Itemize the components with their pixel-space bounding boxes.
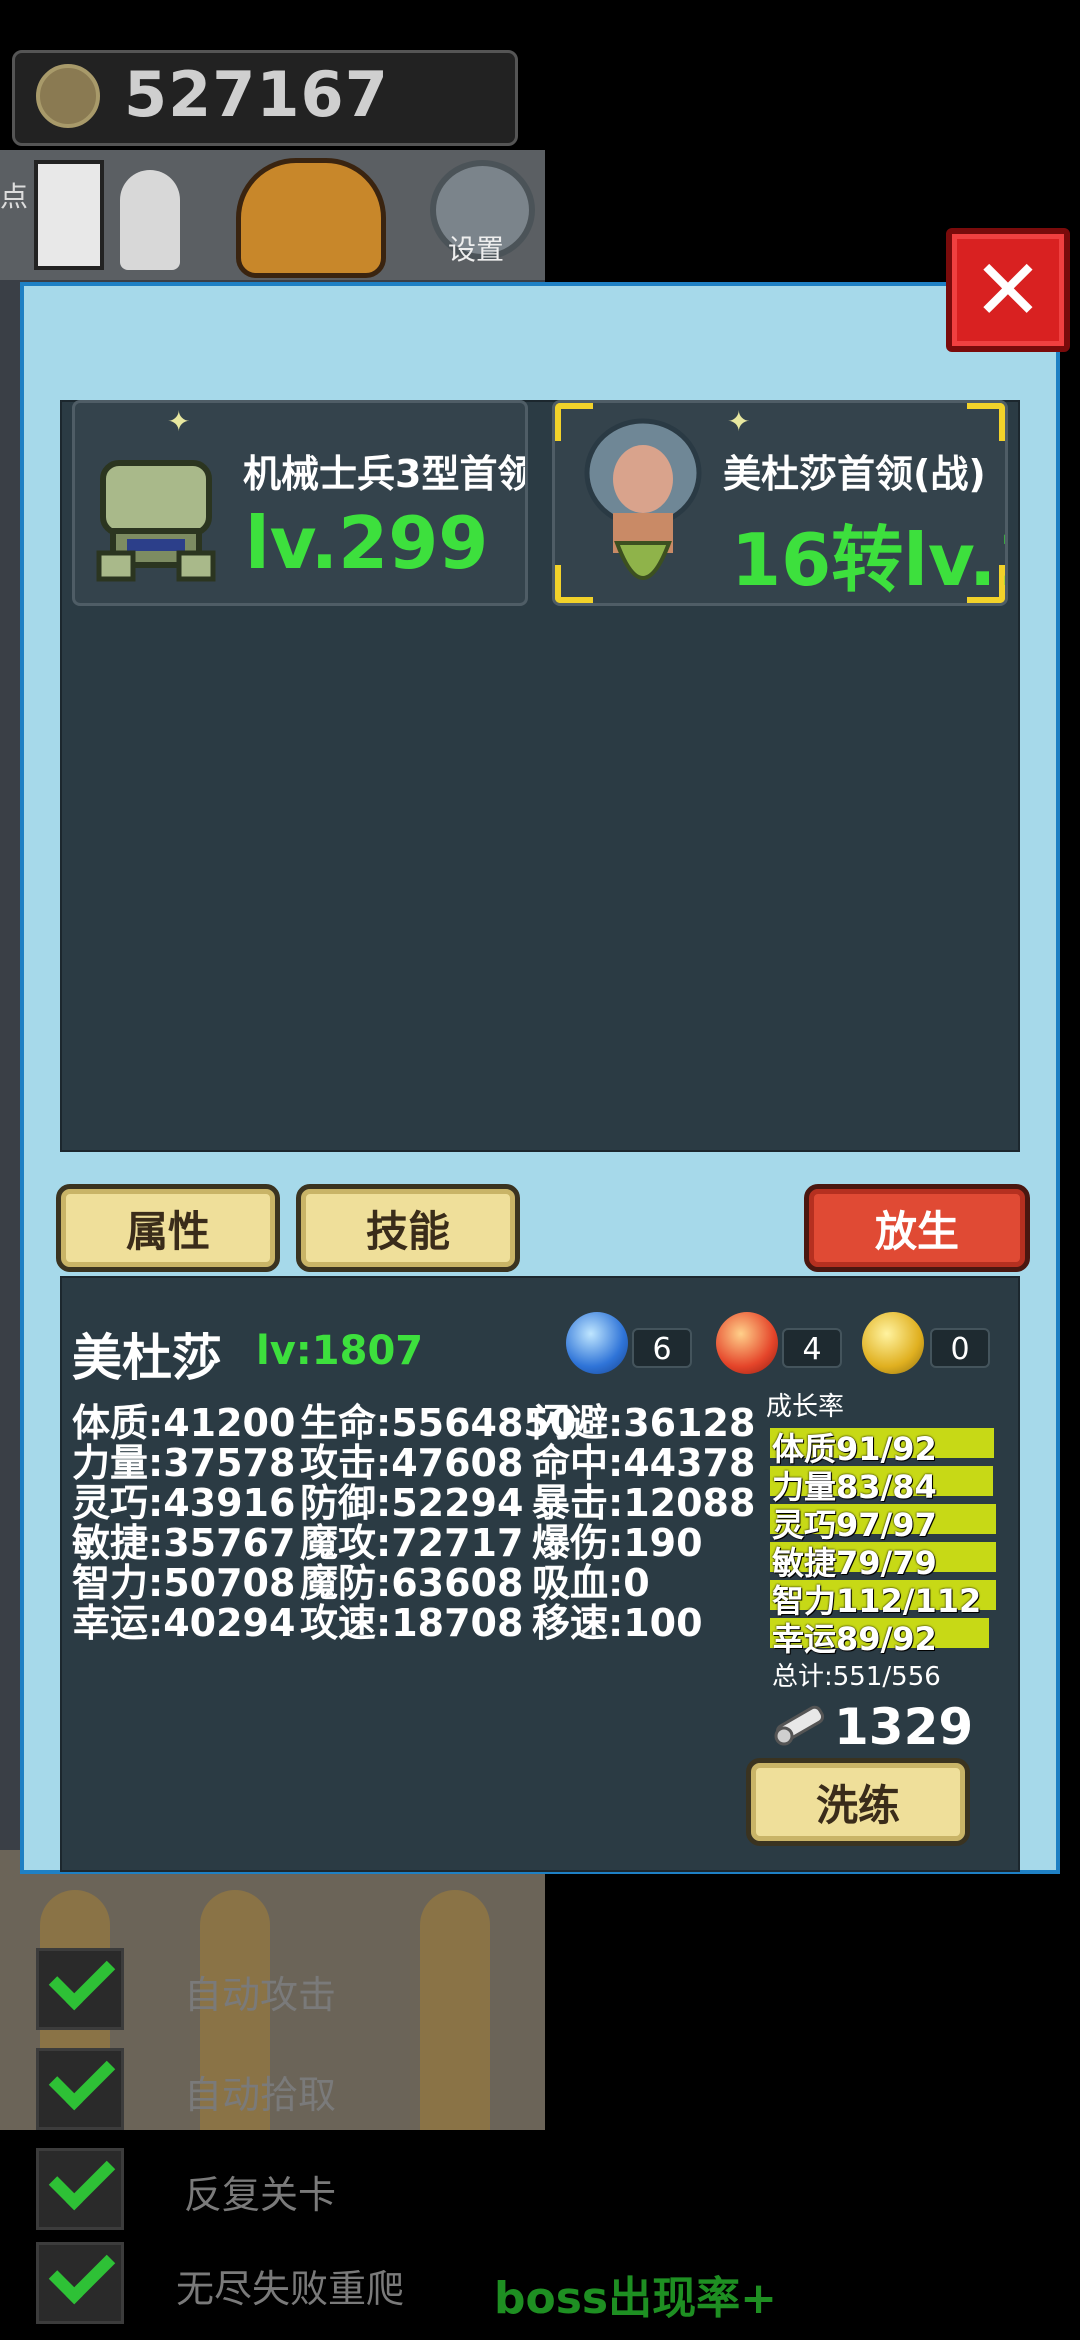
tab-skills[interactable]: 技能 [296, 1184, 520, 1272]
growth-bar: 力量83/84 [770, 1466, 996, 1506]
check-icon [48, 2043, 116, 2111]
release-button[interactable]: 放生 [804, 1184, 1030, 1272]
star-icon: ✦ [727, 405, 751, 438]
stat-value: 攻击:47608 [300, 1441, 524, 1485]
growth-title: 成长率 [766, 1392, 845, 1422]
selection-corner [555, 565, 593, 603]
stat-value: 魔攻:72717 [300, 1521, 524, 1565]
stat-value: 智力:50708 [72, 1561, 296, 1605]
checkbox-label: 自动拾取 [184, 2073, 337, 2117]
settings-label: 设置 [448, 233, 505, 266]
left-partial-label: 点 [0, 180, 29, 213]
checkbox-label: 自动攻击 [184, 1973, 337, 2017]
list-icon[interactable] [34, 160, 104, 270]
checkbox-endless-retry[interactable] [36, 2237, 124, 2324]
growth-bar: 敏捷79/79 [770, 1542, 996, 1582]
pet-detail-name: 美杜莎 [72, 1329, 222, 1387]
checkbox-auto-pickup[interactable] [36, 2043, 124, 2130]
boss-rate-label: boss出现率+ [494, 2273, 777, 2324]
pet-name: 美杜莎首领(战) [723, 452, 986, 496]
pet-level: lv.299 [245, 501, 489, 585]
check-icon [48, 1943, 116, 2011]
growth-bar: 幸运89/92 [770, 1618, 996, 1658]
star-icon: ✦ [167, 405, 191, 438]
stat-value: 吸血:0 [532, 1561, 650, 1605]
close-button[interactable]: ✕ [946, 228, 1070, 352]
coin-icon [36, 64, 100, 128]
pet-name: 机械士兵3型首领 [243, 452, 528, 496]
checkbox-auto-attack[interactable] [36, 1943, 124, 2030]
coin-value: 527167 [124, 58, 389, 131]
medusa-sprite [577, 413, 709, 599]
character-icon[interactable] [120, 170, 180, 270]
fire-count: 4 [782, 1328, 842, 1368]
stat-value: 敏捷:35767 [72, 1521, 296, 1565]
stat-value: 灵巧:43916 [72, 1481, 296, 1525]
stat-value: 幸运:40294 [72, 1601, 296, 1645]
stat-value: 闪避:36128 [532, 1401, 756, 1445]
selection-corner [555, 403, 593, 441]
lightning-orb-icon [862, 1312, 924, 1374]
growth-bar: 体质91/92 [770, 1428, 996, 1468]
stat-value: 魔防:63608 [300, 1561, 524, 1605]
stat-value: 移速:100 [532, 1601, 703, 1645]
water-count: 6 [632, 1328, 692, 1368]
checkbox-repeat-stage[interactable] [36, 2143, 124, 2230]
stat-value: 爆伤:190 [532, 1521, 703, 1565]
pet-card-selected[interactable]: ✦ 美杜莎首领(战) 16转lv.18 [552, 400, 1008, 606]
pet-level: 16转lv.18 [731, 518, 1005, 602]
checkbox-label: 反复关卡 [184, 2173, 337, 2217]
check-icon [48, 2143, 116, 2211]
stat-value: 体质:41200 [72, 1401, 296, 1445]
robot-soldier-sprite [93, 443, 219, 583]
growth-label: 幸运89/92 [772, 1620, 937, 1658]
refine-button[interactable]: 洗练 [746, 1758, 970, 1846]
scroll-count: 1329 [834, 1698, 974, 1756]
selection-corner [967, 403, 1005, 441]
check-icon [48, 2237, 116, 2305]
close-icon: ✕ [972, 241, 1044, 339]
stat-value: 命中:44378 [532, 1441, 756, 1485]
lightning-count: 0 [930, 1328, 990, 1368]
growth-total: 总计:551/556 [772, 1662, 941, 1692]
stat-value: 暴击:12088 [532, 1481, 756, 1525]
scroll-icon [770, 1696, 830, 1748]
stat-value: 攻速:18708 [300, 1601, 524, 1645]
tab-attributes[interactable]: 属性 [56, 1184, 280, 1272]
stat-value: 防御:52294 [300, 1481, 524, 1525]
growth-bar: 灵巧97/97 [770, 1504, 996, 1544]
checkbox-label: 无尽失败重爬 [176, 2267, 405, 2311]
background-pillar [420, 1890, 490, 2130]
bag-icon[interactable] [236, 158, 386, 278]
stat-value: 力量:37578 [72, 1441, 296, 1485]
water-orb-icon [566, 1312, 628, 1374]
pet-card[interactable]: ✦ 机械士兵3型首领 lv.299 [72, 400, 528, 606]
fire-orb-icon [716, 1312, 778, 1374]
pet-detail-level: lv:1807 [256, 1328, 424, 1374]
growth-bar: 智力112/112 [770, 1580, 996, 1620]
